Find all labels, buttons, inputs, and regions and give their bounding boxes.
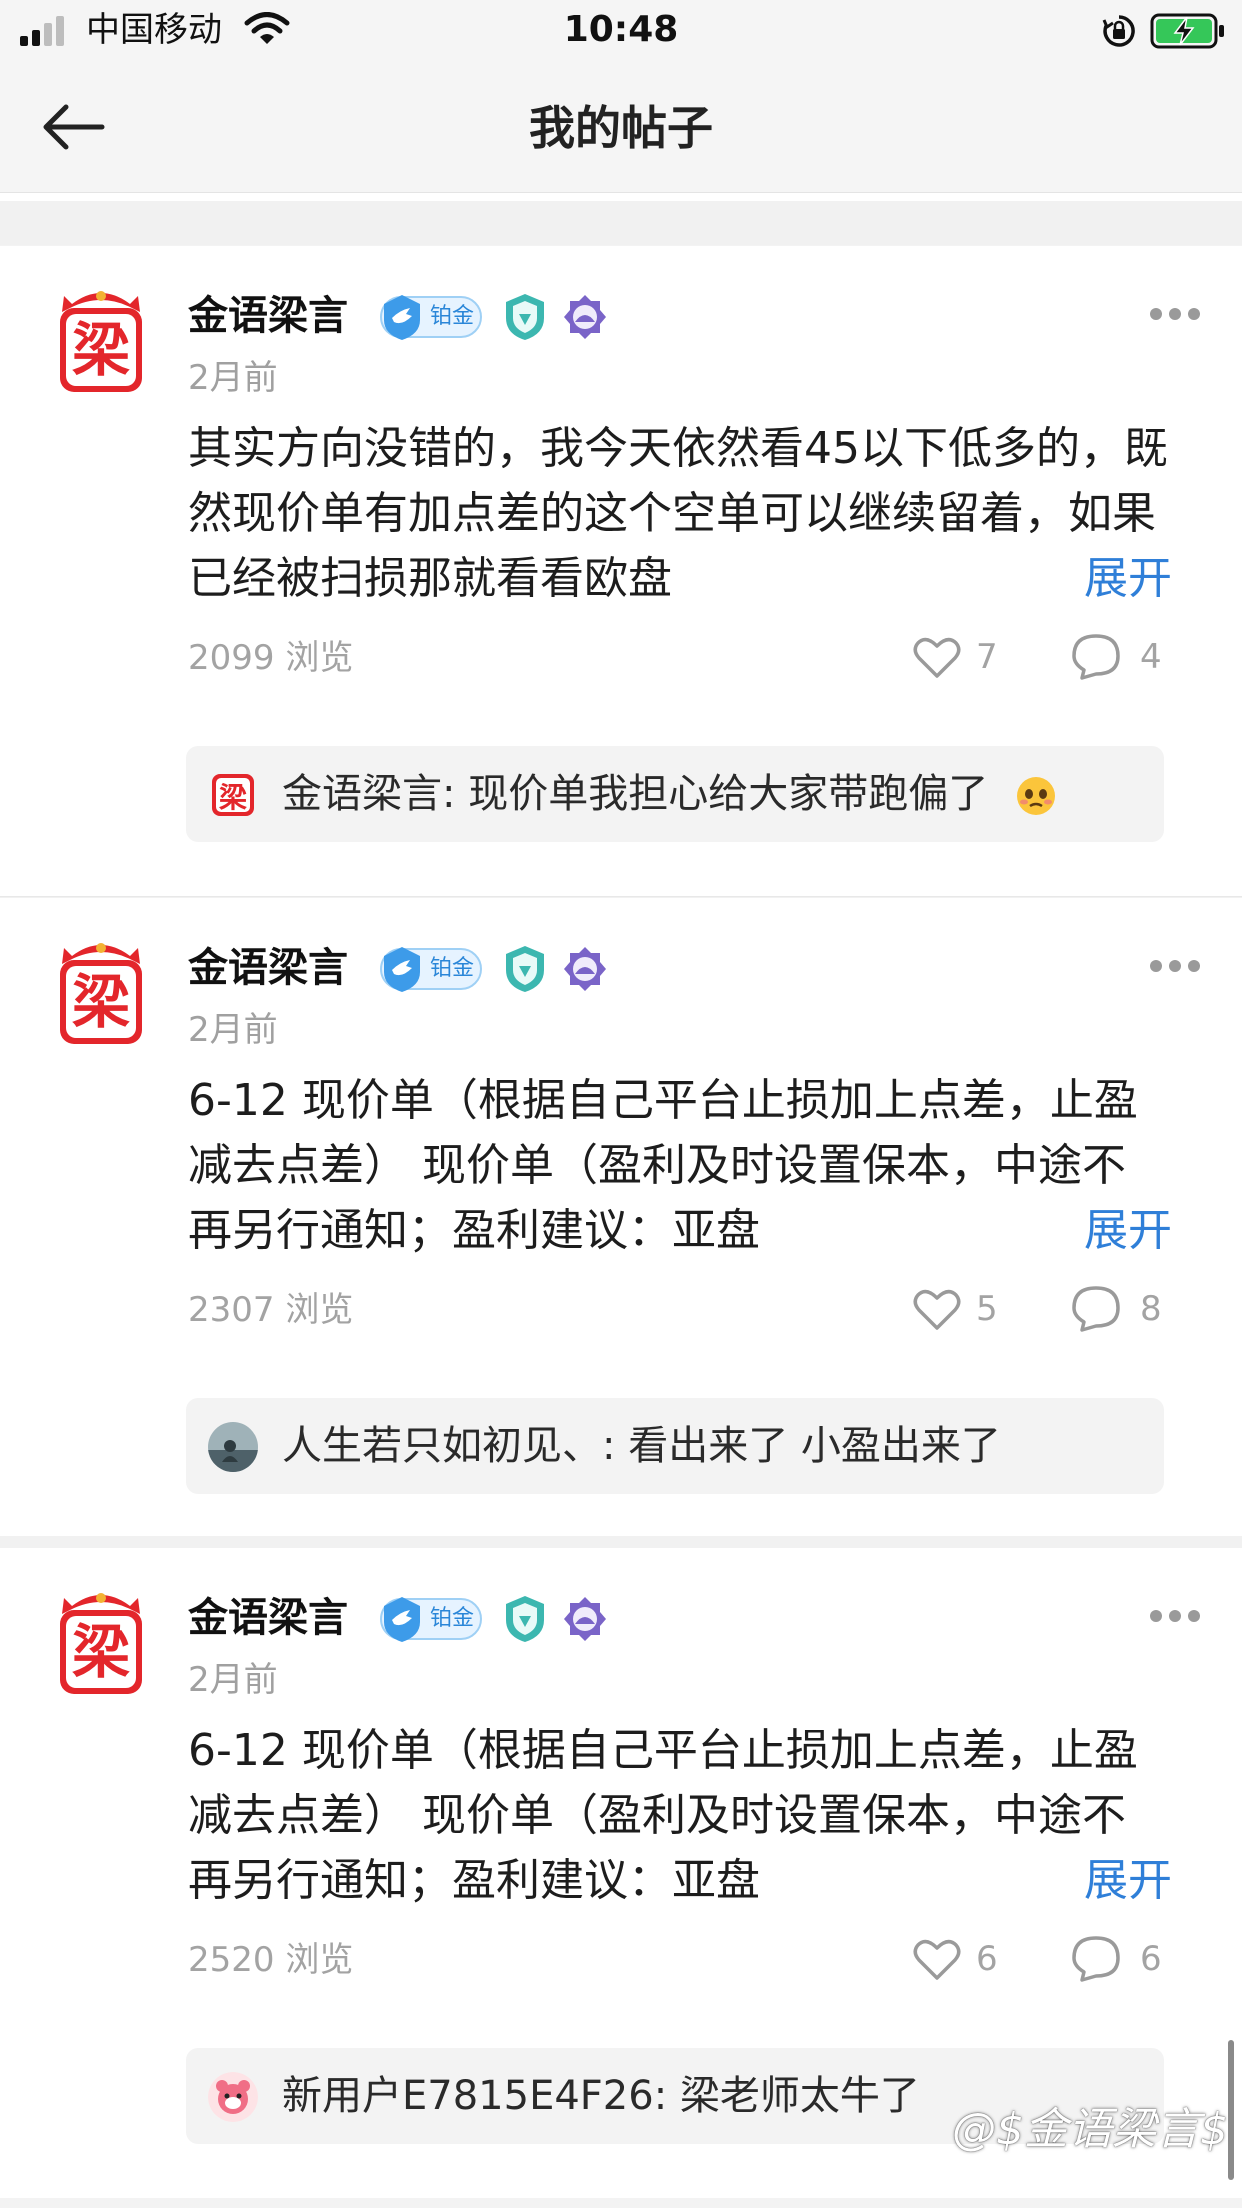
more-options-icon[interactable] [1148, 306, 1202, 322]
author-avatar[interactable]: 梁 [52, 286, 150, 396]
comment-preview[interactable]: 梁 金语梁言: 现价单我担心给大家带跑偏了 [186, 746, 1164, 842]
comment-body: 现价单我担心给大家带跑偏了 [468, 771, 989, 817]
comment-button[interactable]: 6 [1070, 1934, 1180, 1986]
commenter-avatar [208, 2072, 258, 2122]
comment-separator: : [653, 2073, 680, 2119]
comment-text: 金语梁言: 现价单我担心给大家带跑偏了 [282, 764, 1057, 824]
like-button[interactable]: 6 [912, 1934, 1022, 1986]
commenter-name: 金语梁言 [282, 771, 442, 817]
comment-bubble-icon [1072, 1286, 1120, 1332]
author-avatar[interactable]: 梁 [52, 938, 150, 1048]
comment-count: 6 [1140, 1939, 1162, 1979]
comment-body: 看出来了 小盈出来了 [628, 1423, 1001, 1469]
platinum-badge: 铂金 [380, 295, 482, 340]
heart-icon [913, 637, 961, 678]
text-fade [990, 1198, 1060, 1264]
author-name[interactable]: 金语梁言 [188, 1590, 348, 1646]
text-fade [990, 1848, 1060, 1914]
post-time: 2月前 [188, 1010, 278, 1050]
commenter-name: 人生若只如初见、 [282, 1423, 602, 1469]
shield-badge-icon [506, 1596, 544, 1642]
post-card[interactable]: 梁 金语梁言 铂金 2月前 6-12 现价单（根据自己平台止损加上点差，止盈减去… [0, 898, 1242, 1548]
post-card[interactable]: 梁 金语梁言 铂金 2月前 6-12 现价单（根据自己平台止损加上点差，止盈减去… [0, 1548, 1242, 2198]
lotus-badge-icon [564, 295, 606, 339]
clock: 10:48 [563, 9, 679, 50]
bird-badge-icon [384, 947, 420, 992]
top-spacer [0, 193, 1242, 245]
svg-text:梁: 梁 [218, 781, 247, 814]
badge-label: 铂金 [430, 956, 475, 981]
comment-bubble-icon [1072, 1936, 1120, 1982]
more-options-icon[interactable] [1148, 958, 1202, 974]
expand-link[interactable]: 展开 [1060, 546, 1172, 612]
like-button[interactable]: 5 [912, 1284, 1022, 1336]
commenter-avatar: 梁 [212, 774, 254, 816]
comment-text: 人生若只如初见、: 看出来了 小盈出来了 [282, 1416, 1001, 1476]
heart-icon [913, 1289, 961, 1330]
bird-badge-icon [384, 1597, 420, 1642]
shield-badge-icon [506, 294, 544, 340]
commenter-avatar [208, 1422, 258, 1472]
platinum-badge: 铂金 [380, 947, 482, 992]
comment-count: 4 [1140, 637, 1162, 677]
comment-text: 新用户E7815E4F26: 梁老师太牛了 [282, 2066, 920, 2126]
comment-separator: : [602, 1423, 629, 1469]
badge-label: 铂金 [430, 1606, 475, 1631]
battery-charging-icon [1150, 13, 1224, 49]
navigation-bar: 我的帖子 [0, 64, 1242, 193]
platinum-badge: 铂金 [380, 1597, 482, 1642]
post-time: 2月前 [188, 1660, 278, 1700]
svg-text:梁: 梁 [72, 316, 130, 384]
like-count: 5 [976, 1289, 998, 1329]
scrollbar[interactable] [1228, 2040, 1234, 2180]
like-count: 6 [976, 1939, 998, 1979]
comment-body: 梁老师太牛了 [679, 2073, 920, 2119]
lotus-badge-icon [564, 947, 606, 991]
sad-face-emoji-icon [1016, 777, 1055, 815]
lotus-badge-icon [564, 1597, 606, 1641]
bird-badge-icon [384, 295, 420, 340]
comment-bubble-icon [1072, 634, 1120, 680]
post-time: 2月前 [188, 358, 278, 398]
page-title: 我的帖子 [529, 101, 713, 155]
shield-badge-icon [506, 946, 544, 992]
post-card[interactable]: 梁 金语梁言 铂金 2月前 其实方向没错的，我今天依然看45以下低多的，既然现价… [0, 246, 1242, 896]
comment-button[interactable]: 4 [1070, 632, 1180, 684]
text-fade [990, 546, 1060, 612]
expand-link[interactable]: 展开 [1060, 1848, 1172, 1914]
author-avatar[interactable]: 梁 [52, 1588, 150, 1698]
svg-text:梁: 梁 [72, 968, 130, 1036]
view-count: 2520 浏览 [188, 1940, 354, 1980]
watermark: @$金语梁言$ [952, 2104, 1228, 2155]
comment-separator: : [442, 771, 469, 817]
comment-preview[interactable]: 人生若只如初见、: 看出来了 小盈出来了 [186, 1398, 1164, 1494]
view-count: 2099 浏览 [188, 638, 354, 678]
author-name[interactable]: 金语梁言 [188, 288, 348, 344]
more-options-icon[interactable] [1148, 1608, 1202, 1624]
comment-button[interactable]: 8 [1070, 1284, 1180, 1336]
expand-link[interactable]: 展开 [1060, 1198, 1172, 1264]
svg-text:梁: 梁 [72, 1618, 130, 1686]
post-spacer [0, 1536, 1242, 1548]
comment-count: 8 [1140, 1289, 1162, 1329]
like-count: 7 [976, 637, 998, 677]
heart-icon [913, 1939, 961, 1980]
rotation-lock-icon [1102, 15, 1135, 47]
commenter-name: 新用户E7815E4F26 [282, 2073, 654, 2119]
view-count: 2307 浏览 [188, 1290, 354, 1330]
status-bar: 中国移动 10:48 [0, 0, 1242, 64]
like-button[interactable]: 7 [912, 632, 1022, 684]
author-name[interactable]: 金语梁言 [188, 940, 348, 996]
badge-label: 铂金 [430, 304, 475, 329]
